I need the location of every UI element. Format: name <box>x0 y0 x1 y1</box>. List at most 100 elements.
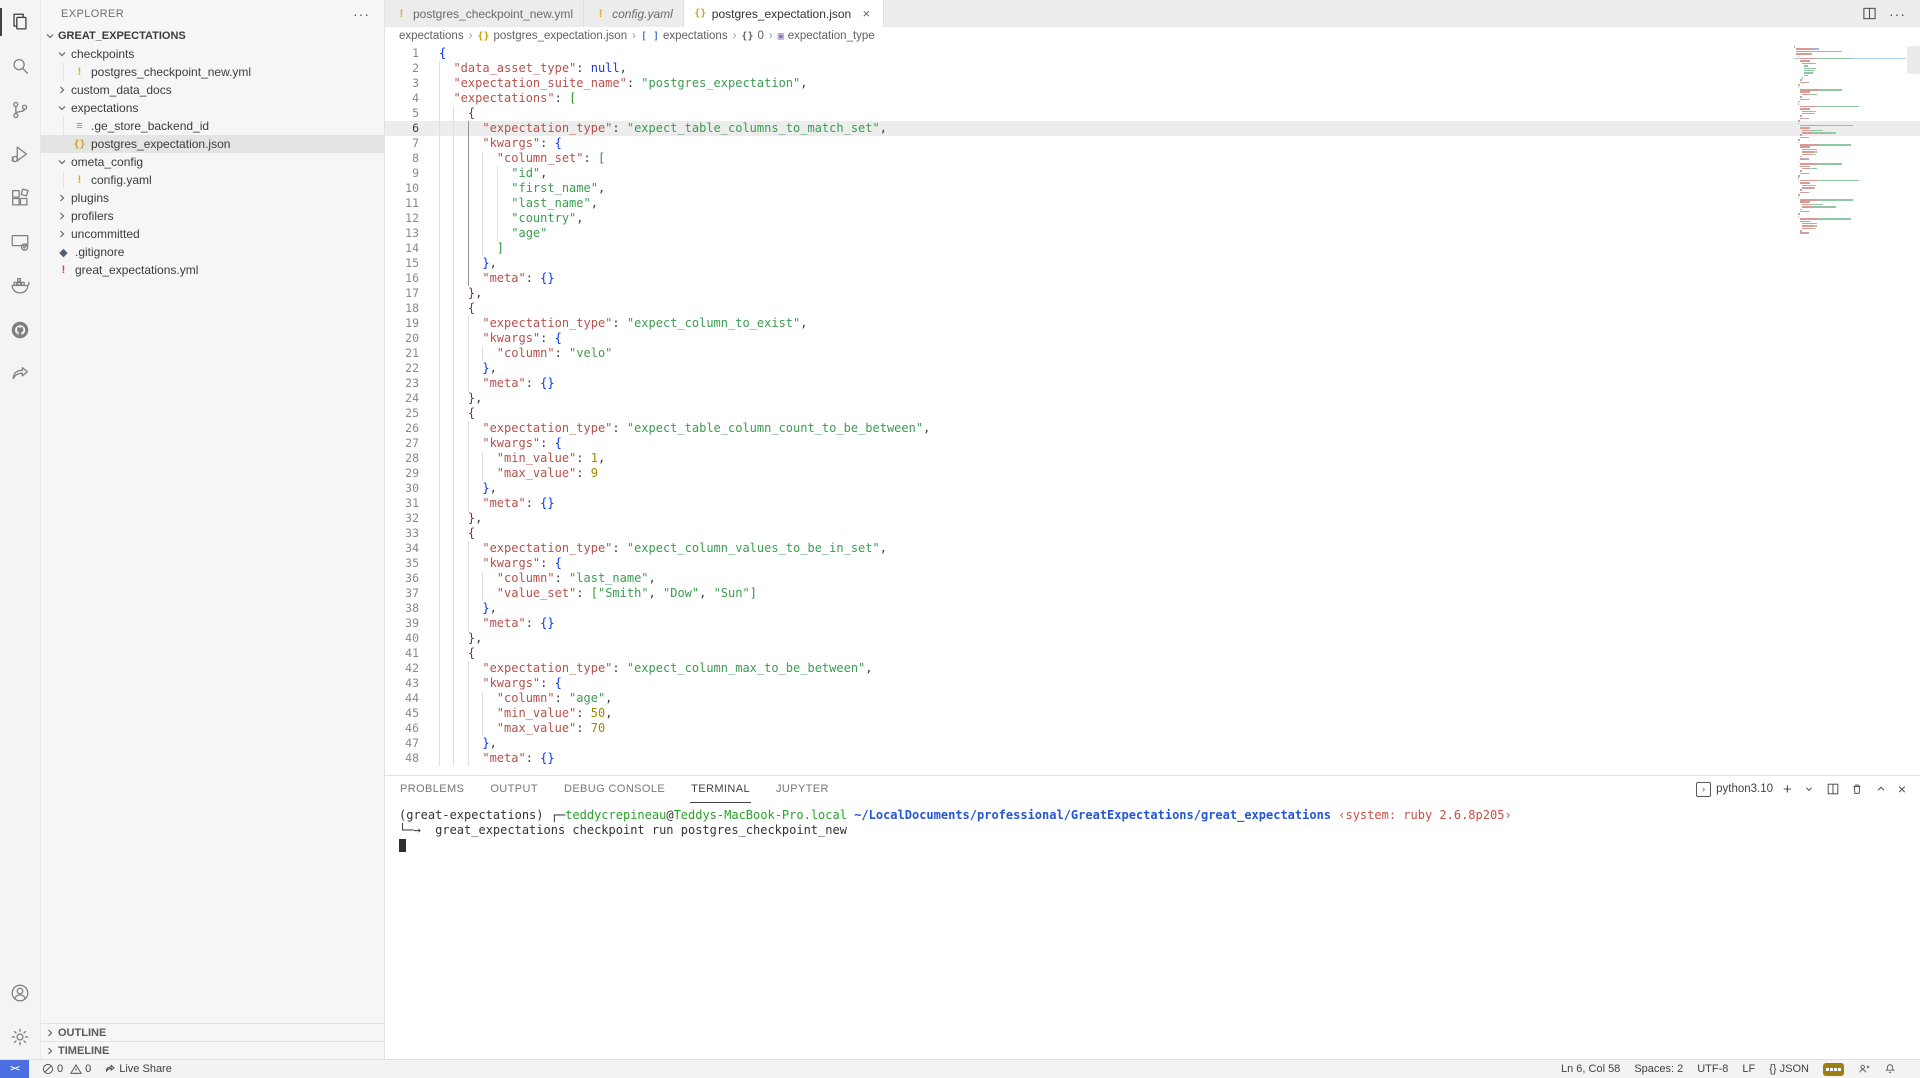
code-line[interactable]: 15 }, <box>385 256 1920 271</box>
tree-item-expectations[interactable]: expectations <box>41 99 384 117</box>
status-language-mode[interactable]: {} JSON <box>1769 1063 1809 1075</box>
sidebar-section-outline[interactable]: OUTLINE <box>41 1023 384 1041</box>
code-line[interactable]: 43 "kwargs": { <box>385 676 1920 691</box>
code-line[interactable]: 24 }, <box>385 391 1920 406</box>
breadcrumb-item-expectation_type[interactable]: ▣expectation_type <box>778 30 875 42</box>
maximize-panel-icon[interactable] <box>1874 782 1888 796</box>
breadcrumb-item-postgres_expectation.json[interactable]: {}postgres_expectation.json <box>477 30 627 42</box>
activity-item-explorer[interactable] <box>0 0 40 44</box>
shell-selector[interactable]: ›python3.10 <box>1696 782 1773 797</box>
code-line[interactable]: 34 "expectation_type": "expect_column_va… <box>385 541 1920 556</box>
split-editor-icon[interactable] <box>1862 6 1877 21</box>
terminal-content[interactable]: (great-expectations) ┌─teddycrepineau@Te… <box>385 802 1920 1059</box>
status-indentation[interactable]: Spaces: 2 <box>1634 1063 1683 1075</box>
code-line[interactable]: 14 ] <box>385 241 1920 256</box>
code-line[interactable]: 48 "meta": {} <box>385 751 1920 766</box>
code-line[interactable]: 36 "column": "last_name", <box>385 571 1920 586</box>
code-line[interactable]: 16 "meta": {} <box>385 271 1920 286</box>
code-line[interactable]: 4 "expectations": [ <box>385 91 1920 106</box>
problems-status[interactable]: 00 <box>42 1063 91 1075</box>
tree-item-postgres-expectation-json[interactable]: {}postgres_expectation.json <box>41 135 384 153</box>
tab-config.yaml[interactable]: !config.yaml <box>584 0 684 27</box>
code-line[interactable]: 26 "expectation_type": "expect_table_col… <box>385 421 1920 436</box>
code-line[interactable]: 33 { <box>385 526 1920 541</box>
code-line[interactable]: 1{ <box>385 46 1920 61</box>
panel-tab-problems[interactable]: PROBLEMS <box>399 776 465 803</box>
breadcrumb-item-expectations[interactable]: expectations <box>399 30 464 42</box>
close-icon[interactable]: × <box>859 6 873 21</box>
code-line[interactable]: 38 }, <box>385 601 1920 616</box>
code-line[interactable]: 39 "meta": {} <box>385 616 1920 631</box>
code-line[interactable]: 19 "expectation_type": "expect_column_to… <box>385 316 1920 331</box>
split-terminal-icon[interactable] <box>1826 782 1840 796</box>
tree-item-checkpoints[interactable]: checkpoints <box>41 45 384 63</box>
tree-item-config-yaml[interactable]: !config.yaml <box>41 171 384 189</box>
code-line[interactable]: 22 }, <box>385 361 1920 376</box>
terminal-dropdown-icon[interactable] <box>1802 782 1816 796</box>
code-line[interactable]: 12 "country", <box>385 211 1920 226</box>
code-line[interactable]: 28 "min_value": 1, <box>385 451 1920 466</box>
code-line[interactable]: 11 "last_name", <box>385 196 1920 211</box>
close-panel-icon[interactable]: × <box>1898 781 1906 797</box>
workspace-section-header[interactable]: GREAT_EXPECTATIONS <box>41 27 384 45</box>
status-encoding[interactable]: UTF-8 <box>1697 1063 1728 1075</box>
activity-item-accounts[interactable] <box>0 971 40 1015</box>
code-line[interactable]: 27 "kwargs": { <box>385 436 1920 451</box>
tree-item-ometa-config[interactable]: ometa_config <box>41 153 384 171</box>
kill-terminal-icon[interactable] <box>1850 782 1864 796</box>
activity-item-github[interactable] <box>0 308 40 352</box>
code-line[interactable]: 21 "column": "velo" <box>385 346 1920 361</box>
tree-item-postgres-checkpoint-new-yml[interactable]: !postgres_checkpoint_new.yml <box>41 63 384 81</box>
code-line[interactable]: 32 }, <box>385 511 1920 526</box>
editor-pane[interactable]: 1{2 "data_asset_type": null,3 "expectati… <box>385 45 1920 775</box>
code-line[interactable]: 25 { <box>385 406 1920 421</box>
notifications-bell-icon[interactable] <box>1884 1063 1896 1075</box>
editor-scrollbar[interactable] <box>1907 46 1920 74</box>
tree-item-uncommitted[interactable]: uncommitted <box>41 225 384 243</box>
activity-item-remote-explorer[interactable] <box>0 220 40 264</box>
code-line[interactable]: 17 }, <box>385 286 1920 301</box>
tree-item-profilers[interactable]: profilers <box>41 207 384 225</box>
remote-indicator[interactable]: >< <box>0 1060 29 1078</box>
activity-item-run-debug[interactable] <box>0 132 40 176</box>
code-line[interactable]: 8 "column_set": [ <box>385 151 1920 166</box>
invite-icon[interactable] <box>1858 1063 1870 1075</box>
more-actions-icon[interactable]: ··· <box>1889 6 1906 22</box>
sidebar-section-timeline[interactable]: TIMELINE <box>41 1041 384 1059</box>
code-line[interactable]: 29 "max_value": 9 <box>385 466 1920 481</box>
activity-item-search[interactable] <box>0 44 40 88</box>
tree-item-great-expectations-yml[interactable]: !great_expectations.yml <box>41 261 384 279</box>
activity-item-source-control[interactable] <box>0 88 40 132</box>
tree-item-custom-data-docs[interactable]: custom_data_docs <box>41 81 384 99</box>
code-line[interactable]: 18 { <box>385 301 1920 316</box>
code-line[interactable]: 40 }, <box>385 631 1920 646</box>
tree-item-plugins[interactable]: plugins <box>41 189 384 207</box>
panel-tab-terminal[interactable]: TERMINAL <box>690 776 751 803</box>
code-line[interactable]: 41 { <box>385 646 1920 661</box>
breadcrumb-item-expectations[interactable]: [ ]expectations <box>641 30 728 42</box>
activity-item-docker[interactable] <box>0 264 40 308</box>
code-line[interactable]: 2 "data_asset_type": null, <box>385 61 1920 76</box>
activity-item-live-share[interactable] <box>0 352 40 396</box>
live-share-status[interactable]: Live Share <box>104 1063 172 1075</box>
code-line[interactable]: 47 }, <box>385 736 1920 751</box>
extension-badge[interactable] <box>1823 1063 1844 1076</box>
code-line[interactable]: 20 "kwargs": { <box>385 331 1920 346</box>
tab-postgres_checkpoint_new.yml[interactable]: !postgres_checkpoint_new.yml <box>385 0 584 27</box>
code-line[interactable]: 5 { <box>385 106 1920 121</box>
tab-postgres_expectation.json[interactable]: {}postgres_expectation.json× <box>684 0 884 27</box>
panel-tab-debug-console[interactable]: DEBUG CONSOLE <box>563 776 666 803</box>
code-line[interactable]: 23 "meta": {} <box>385 376 1920 391</box>
activity-item-extensions[interactable] <box>0 176 40 220</box>
status-cursor-position[interactable]: Ln 6, Col 58 <box>1561 1063 1620 1075</box>
code-line[interactable]: 37 "value_set": ["Smith", "Dow", "Sun"] <box>385 586 1920 601</box>
tree-item--gitignore[interactable]: ◆.gitignore <box>41 243 384 261</box>
code-line[interactable]: 30 }, <box>385 481 1920 496</box>
new-terminal-icon[interactable]: + <box>1783 783 1792 796</box>
code-line[interactable]: 45 "min_value": 50, <box>385 706 1920 721</box>
panel-tab-output[interactable]: OUTPUT <box>489 776 539 803</box>
code-line[interactable]: 13 "age" <box>385 226 1920 241</box>
breadcrumb-item-0[interactable]: {}0 <box>741 30 763 42</box>
code-line[interactable]: 3 "expectation_suite_name": "postgres_ex… <box>385 76 1920 91</box>
code-line[interactable]: 35 "kwargs": { <box>385 556 1920 571</box>
